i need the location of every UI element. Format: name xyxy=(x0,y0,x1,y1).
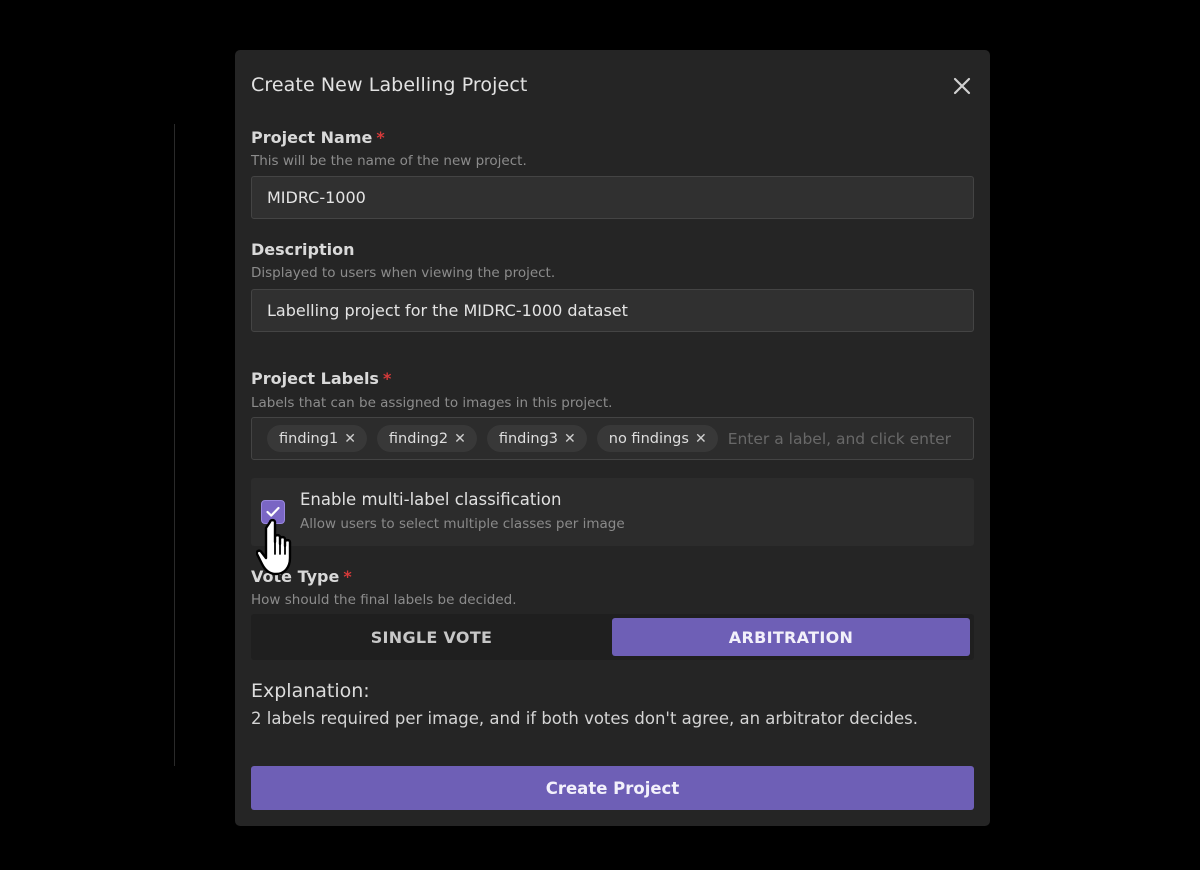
project-labels-label: Project Labels * xyxy=(251,369,391,388)
labels-tag-input[interactable]: finding1 ✕ finding2 ✕ finding3 ✕ no find… xyxy=(251,417,974,460)
required-asterisk: * xyxy=(343,567,352,586)
vote-type-label: Vote Type * xyxy=(251,567,352,586)
project-labels-hint: Labels that can be assigned to images in… xyxy=(251,395,613,411)
new-label-input[interactable] xyxy=(727,429,973,448)
checkmark-icon xyxy=(266,506,280,517)
vote-type-label-text: Vote Type xyxy=(251,567,340,586)
multi-label-checkbox[interactable] xyxy=(261,500,285,524)
vote-type-toggle: SINGLE VOTE ARBITRATION xyxy=(251,614,974,660)
single-vote-option[interactable]: SINGLE VOTE xyxy=(251,618,612,656)
modal-title: Create New Labelling Project xyxy=(251,74,528,96)
create-project-modal: Create New Labelling Project Project Nam… xyxy=(235,50,990,826)
project-name-label-text: Project Name xyxy=(251,128,373,147)
create-project-button[interactable]: Create Project xyxy=(251,766,974,810)
label-tag-text: no findings xyxy=(608,430,689,447)
label-tag: finding1 ✕ xyxy=(267,425,367,452)
description-hint: Displayed to users when viewing the proj… xyxy=(251,265,556,281)
explanation-text: 2 labels required per image, and if both… xyxy=(251,709,918,728)
label-tag: finding3 ✕ xyxy=(486,425,587,452)
multi-label-option[interactable]: Enable multi-label classification Allow … xyxy=(251,478,974,546)
close-button[interactable] xyxy=(950,74,974,98)
required-asterisk: * xyxy=(382,369,392,388)
description-input[interactable] xyxy=(251,289,974,332)
explanation-title: Explanation: xyxy=(251,680,370,702)
remove-tag-icon[interactable]: ✕ xyxy=(564,432,576,446)
project-name-label: Project Name * xyxy=(251,128,385,147)
background-divider xyxy=(174,124,175,766)
label-tag-text: finding3 xyxy=(498,430,559,447)
remove-tag-icon[interactable]: ✕ xyxy=(344,432,356,446)
required-asterisk: * xyxy=(376,128,385,147)
multi-label-hint: Allow users to select multiple classes p… xyxy=(300,516,625,532)
vote-type-hint: How should the final labels be decided. xyxy=(251,592,517,608)
label-tag-text: finding2 xyxy=(388,430,449,447)
label-tag: no findings ✕ xyxy=(596,425,718,452)
label-tag: finding2 ✕ xyxy=(376,425,477,452)
description-label: Description xyxy=(251,240,355,259)
remove-tag-icon[interactable]: ✕ xyxy=(454,432,466,446)
project-name-input[interactable] xyxy=(251,176,974,219)
label-tag-text: finding1 xyxy=(279,430,339,447)
project-labels-label-text: Project Labels xyxy=(251,369,379,388)
project-name-hint: This will be the name of the new project… xyxy=(251,153,527,169)
multi-label-label: Enable multi-label classification xyxy=(300,490,562,509)
arbitration-option[interactable]: ARBITRATION xyxy=(612,618,970,656)
remove-tag-icon[interactable]: ✕ xyxy=(695,432,707,446)
close-icon xyxy=(953,77,971,95)
